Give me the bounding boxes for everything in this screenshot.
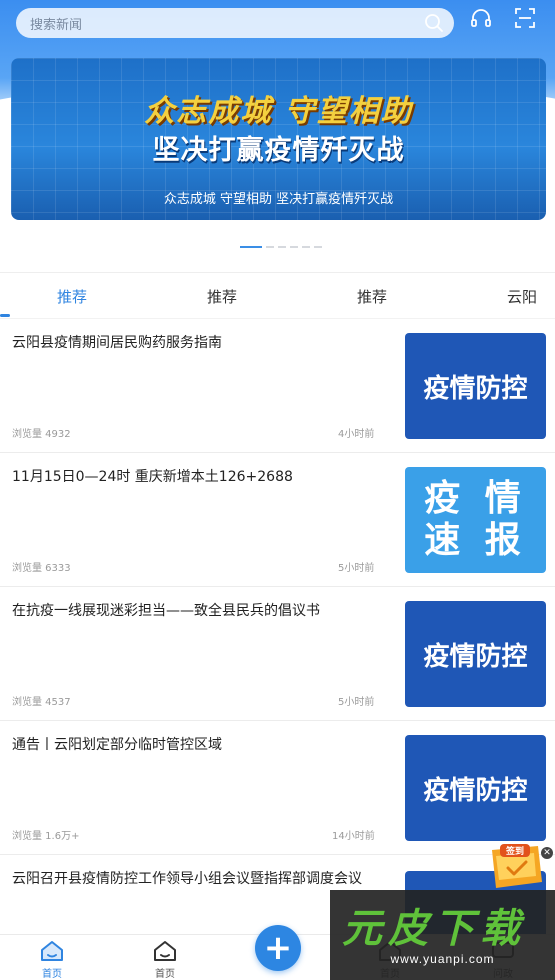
- carousel-dot[interactable]: [266, 246, 274, 248]
- news-views: 浏览量 6333: [12, 563, 71, 574]
- tab-recommend-3[interactable]: 推荐: [357, 286, 387, 307]
- news-thumbnail[interactable]: 疫情防控: [405, 333, 546, 439]
- news-thumbnail[interactable]: 疫情防控: [405, 735, 546, 841]
- carousel-dot[interactable]: [314, 246, 322, 248]
- news-title[interactable]: 云阳召开县疫情防控工作领导小组会议暨指挥部调度会议: [12, 869, 372, 889]
- news-title[interactable]: 在抗疫一线展现迷彩担当——致全县民兵的倡议书: [12, 601, 392, 621]
- thumbnail-text: 疫情防控: [423, 641, 528, 672]
- carousel-dot[interactable]: [302, 246, 310, 248]
- watermark-url: www.yuanpi.com: [390, 952, 495, 966]
- nav-item-home[interactable]: 首页: [22, 939, 82, 980]
- nav-label: 首页: [42, 969, 62, 980]
- signin-label: 签到: [505, 845, 524, 857]
- nav-label: 首页: [155, 969, 175, 980]
- watermark-logo: 元皮下载: [342, 896, 526, 954]
- carousel-dot[interactable]: [240, 246, 262, 248]
- news-title[interactable]: 11月15日0—24时 重庆新增本土126+2688: [12, 467, 392, 487]
- banner-headline: 众志成城 守望相助: [144, 94, 413, 129]
- search-icon[interactable]: [424, 13, 444, 33]
- news-time: 5小时前: [338, 563, 375, 574]
- tab-recommend-2[interactable]: 推荐: [207, 286, 237, 307]
- divider: [0, 272, 555, 273]
- news-time: 14小时前: [332, 831, 375, 842]
- add-button[interactable]: +: [255, 925, 301, 971]
- news-item[interactable]: 在抗疫一线展现迷彩担当——致全县民兵的倡议书 浏览量 4537 5小时前 疫情防…: [0, 587, 555, 721]
- tab-yunyang[interactable]: 云阳: [507, 286, 537, 307]
- thumbnail-text: 疫情防控: [423, 775, 528, 806]
- news-views: 浏览量 4537: [12, 697, 71, 708]
- news-title[interactable]: 云阳县疫情期间居民购药服务指南: [12, 333, 392, 353]
- news-item[interactable]: 11月15日0—24时 重庆新增本土126+2688 浏览量 6333 5小时前…: [0, 453, 555, 587]
- headphones-icon[interactable]: [469, 6, 493, 30]
- home-icon: [41, 941, 63, 961]
- thumbnail-line: 速 报: [424, 520, 527, 561]
- signin-badge[interactable]: 签到: [484, 842, 546, 894]
- scan-icon[interactable]: [513, 6, 537, 30]
- banner-subheadline: 坚决打赢疫情歼灭战: [152, 135, 405, 166]
- watermark: 元皮下载 www.yuanpi.com: [330, 890, 555, 980]
- news-item[interactable]: 通告丨云阳划定部分临时管控区域 浏览量 1.6万+ 14小时前 疫情防控: [0, 721, 555, 855]
- banner-carousel[interactable]: 众志成城 守望相助 坚决打赢疫情歼灭战 众志成城 守望相助 坚决打赢疫情歼灭战: [11, 58, 546, 220]
- banner-caption: 众志成城 守望相助 坚决打赢疫情歼灭战: [163, 192, 394, 207]
- thumbnail-text: 疫情防控: [423, 373, 528, 404]
- news-item[interactable]: 云阳县疫情期间居民购药服务指南 浏览量 4932 4小时前 疫情防控: [0, 319, 555, 453]
- news-views: 浏览量 1.6万+: [12, 831, 80, 842]
- news-time: 4小时前: [338, 429, 375, 440]
- nav-item-home-2[interactable]: 首页: [135, 939, 195, 980]
- close-icon[interactable]: ✕: [541, 847, 553, 859]
- search-input[interactable]: 搜索新闻: [30, 14, 82, 33]
- news-views: 浏览量 4932: [12, 429, 71, 440]
- thumbnail-line: 疫 情: [424, 478, 527, 519]
- carousel-dot[interactable]: [278, 246, 286, 248]
- carousel-indicator[interactable]: [240, 246, 322, 248]
- home-icon: [154, 941, 176, 961]
- news-thumbnail[interactable]: 疫 情 速 报: [405, 467, 546, 573]
- search-bar[interactable]: 搜索新闻: [16, 8, 454, 38]
- thumbnail-text: 疫 情 速 报: [424, 478, 527, 562]
- news-thumbnail[interactable]: 疫情防控: [405, 601, 546, 707]
- news-title[interactable]: 通告丨云阳划定部分临时管控区域: [12, 735, 392, 755]
- tab-indicator: [0, 314, 10, 317]
- news-time: 5小时前: [338, 697, 375, 708]
- tab-recommend[interactable]: 推荐: [57, 286, 87, 307]
- carousel-dot[interactable]: [290, 246, 298, 248]
- watermark-text: 元皮下载: [342, 906, 526, 952]
